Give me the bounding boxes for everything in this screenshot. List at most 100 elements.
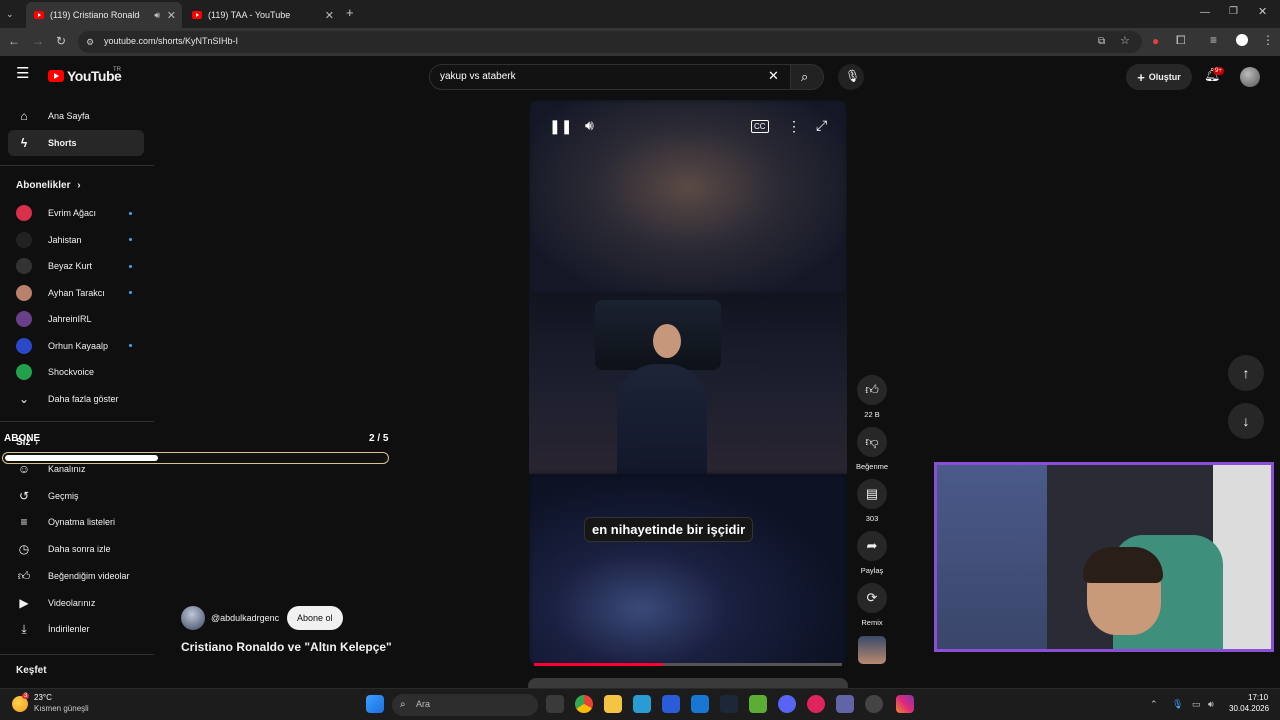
- like-button[interactable]: 👍︎: [857, 375, 887, 405]
- channel-name[interactable]: @abdulkadrgenc: [211, 613, 279, 623]
- volume-icon[interactable]: 🔊︎: [585, 118, 594, 132]
- url-text[interactable]: youtube.com/shorts/KyNTnSIHb-I: [104, 36, 238, 46]
- shorts-player[interactable]: ❚❚ 🔊︎ CC ⋮ ⤢ en nihayetinde bir işçidir: [529, 100, 847, 666]
- new-tab-icon[interactable]: +: [346, 6, 354, 19]
- network-icon[interactable]: ▭: [1192, 698, 1201, 710]
- subscribe-button[interactable]: Abone ol: [287, 606, 343, 630]
- minimize-icon[interactable]: —: [1200, 7, 1210, 19]
- sidebar-subscription-item[interactable]: Orhun Kayaalp: [8, 333, 144, 359]
- tray-mic-icon[interactable]: 🎙︎: [1172, 698, 1183, 710]
- steam-icon[interactable]: [720, 695, 738, 713]
- next-short-button[interactable]: ↓: [1228, 403, 1264, 439]
- sidebar-subscription-item[interactable]: Shockvoice: [8, 359, 144, 385]
- hamburger-menu-icon[interactable]: ☰: [16, 66, 29, 81]
- sidebar-subscription-item[interactable]: Beyaz Kurt: [8, 253, 144, 279]
- dislike-button[interactable]: 👎︎: [857, 427, 887, 457]
- clear-search-icon[interactable]: ✕: [768, 69, 779, 82]
- taskbar-search[interactable]: ⌕ Ara: [392, 694, 538, 716]
- close-tab-icon[interactable]: ✕: [167, 9, 176, 22]
- search-button[interactable]: ⌕: [790, 64, 824, 90]
- more-options-icon[interactable]: ⋮: [787, 119, 801, 133]
- chrome-icon[interactable]: [575, 695, 593, 713]
- create-label: Oluştur: [1148, 72, 1181, 82]
- extension-icon[interactable]: ●: [1152, 35, 1159, 47]
- site-info-icon[interactable]: ⚙: [86, 36, 94, 48]
- fullscreen-icon[interactable]: ⤢: [816, 118, 827, 132]
- subscriptions-heading[interactable]: Abonelikler ›: [16, 180, 81, 191]
- sidebar-subscription-item[interactable]: Jahistan: [8, 227, 144, 253]
- clock-time[interactable]: 17:10: [1248, 693, 1268, 702]
- video-title[interactable]: Cristiano Ronaldo ve "Altın Kelepçe": [181, 640, 392, 654]
- video-progress-bar[interactable]: [534, 663, 842, 666]
- omnibox[interactable]: ⚙ youtube.com/shorts/KyNTnSIHb-I ⧉ ☆: [78, 31, 1142, 53]
- sidebar-subscription-item[interactable]: Evrim Ağacı: [8, 200, 144, 226]
- instagram-icon[interactable]: [896, 695, 914, 713]
- tab-active[interactable]: (119) Cristiano Ronaldo ve 🔊︎ ✕: [26, 2, 182, 28]
- clock-date[interactable]: 30.04.2026: [1229, 704, 1269, 713]
- tab-list-icon[interactable]: ⌄: [6, 8, 14, 20]
- sound-thumbnail[interactable]: [858, 636, 886, 664]
- sidebar-you-item[interactable]: ☺ Kanalınız: [8, 456, 144, 482]
- sidebar-item-label: Orhun Kayaalp: [48, 340, 109, 351]
- search-input[interactable]: yakup vs ataberk ✕: [429, 64, 791, 90]
- explore-heading: Keşfet: [16, 665, 47, 676]
- file-explorer-icon[interactable]: [604, 695, 622, 713]
- account-avatar[interactable]: [1240, 67, 1260, 87]
- show-more-button[interactable]: ⌄ Daha fazla göster: [8, 386, 144, 412]
- extensions-puzzle-icon[interactable]: ⧠: [1176, 34, 1186, 46]
- sidebar-you-item[interactable]: 👍︎ Beğendiğim videolar: [8, 563, 144, 589]
- back-icon[interactable]: ←: [8, 35, 20, 47]
- media-player-icon[interactable]: [807, 695, 825, 713]
- forward-icon[interactable]: →: [32, 35, 44, 47]
- sidebar-you-item[interactable]: ↺ Geçmiş: [8, 483, 144, 509]
- sidebar-subscription-item[interactable]: Ayhan Tarakcı: [8, 280, 144, 306]
- comment-count: 303: [865, 514, 879, 523]
- voice-search-button[interactable]: 🎙︎: [838, 64, 864, 90]
- video-caption: en nihayetinde bir işçidir: [584, 517, 754, 542]
- previous-short-button[interactable]: ↑: [1228, 355, 1264, 391]
- sidebar-item-shorts[interactable]: ϟ Shorts: [8, 130, 144, 156]
- pause-icon[interactable]: ❚❚: [549, 119, 572, 133]
- sidebar-you-item[interactable]: ▶ Videolarınız: [8, 590, 144, 616]
- speaker-icon[interactable]: 🔊︎: [154, 10, 160, 21]
- reload-icon[interactable]: ↻: [56, 35, 66, 47]
- store-icon[interactable]: [662, 695, 680, 713]
- sidebar-you-item[interactable]: ⤓ İndirilenler: [8, 616, 144, 642]
- captions-icon[interactable]: CC: [751, 120, 769, 133]
- channel-avatar[interactable]: [181, 606, 205, 630]
- close-tab-icon[interactable]: ✕: [325, 9, 334, 22]
- comments-button[interactable]: ▤: [857, 479, 887, 509]
- browser-tab-bar: ⌄ (119) Cristiano Ronaldo ve 🔊︎ ✕ (119) …: [0, 0, 1280, 28]
- minecraft-icon[interactable]: [749, 695, 767, 713]
- sidebar-item-label: Kanalınız: [48, 464, 86, 474]
- tab-inactive[interactable]: (119) TAA - YouTube ✕: [184, 2, 340, 28]
- thumbs-down-icon: 👎︎: [865, 434, 879, 449]
- remix-button[interactable]: ⟳: [857, 583, 887, 613]
- bookmark-star-icon[interactable]: ☆: [1120, 35, 1130, 47]
- sidebar-item-label: JahreinIRL: [48, 314, 92, 324]
- task-view-icon[interactable]: [546, 695, 564, 713]
- close-window-icon[interactable]: ✕: [1258, 6, 1267, 18]
- restore-icon[interactable]: ❐: [1229, 6, 1238, 18]
- install-icon[interactable]: ⧉: [1098, 36, 1105, 48]
- speaker-icon[interactable]: 🔊︎: [1208, 698, 1214, 710]
- browser-menu-icon[interactable]: ⋮: [1262, 34, 1274, 46]
- sidebar-item-home[interactable]: ⌂ Ana Sayfa: [8, 103, 144, 129]
- sidebar-subscription-item[interactable]: JahreinIRL: [8, 306, 144, 332]
- windows-start-icon[interactable]: [366, 695, 384, 713]
- profile-icon[interactable]: [1236, 34, 1248, 46]
- youtube-logo-icon[interactable]: [48, 70, 64, 82]
- mail-icon[interactable]: [691, 695, 709, 713]
- discord-icon[interactable]: [778, 695, 796, 713]
- sidebar-you-item[interactable]: ◷ Daha sonra izle: [8, 536, 144, 562]
- sidebar-you-item[interactable]: ≡ Oynatma listeleri: [8, 509, 144, 535]
- tray-chevron-icon[interactable]: ⌃: [1150, 698, 1158, 710]
- share-button[interactable]: ➦: [857, 531, 887, 561]
- media-control-icon[interactable]: ≡: [1210, 34, 1217, 46]
- microphone-icon: 🎙︎: [845, 69, 861, 83]
- monitor-app-icon[interactable]: [633, 695, 651, 713]
- obs-icon[interactable]: [865, 695, 883, 713]
- tab-title: (119) Cristiano Ronaldo ve: [50, 10, 140, 20]
- create-button[interactable]: + Oluştur: [1126, 64, 1192, 90]
- teams-icon[interactable]: [836, 695, 854, 713]
